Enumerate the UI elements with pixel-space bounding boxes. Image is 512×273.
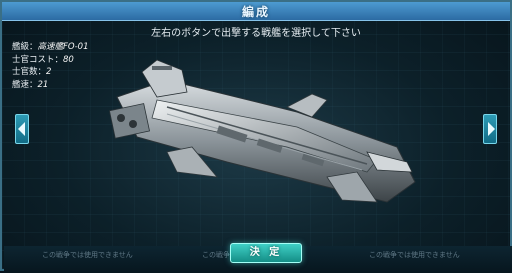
formation-dialog: 編成 左右のボタンで出撃する戦艦を選択して下さい 艦級：高速艦FO-01 士官コ… bbox=[0, 0, 512, 273]
instruction-text: 左右のボタンで出撃する戦艦を選択して下さい bbox=[151, 28, 361, 39]
officer-count-value: 2 bbox=[46, 67, 52, 77]
ship-class-value: 高速艦FO-01 bbox=[37, 42, 89, 52]
ship-class-label: 艦級： bbox=[12, 42, 38, 52]
prev-ship-button[interactable] bbox=[15, 114, 29, 144]
slot-right-status: この戦争では使用できません bbox=[369, 251, 460, 259]
speed-label: 艦速： bbox=[12, 79, 38, 90]
officer-cost-value: 80 bbox=[63, 54, 74, 65]
speed-value: 21 bbox=[37, 79, 49, 90]
slot-left-status: この戦争では使用できません bbox=[42, 251, 133, 259]
battleship-image bbox=[108, 59, 416, 203]
next-ship-button[interactable] bbox=[483, 114, 497, 144]
decide-button[interactable]: 決 定 bbox=[230, 243, 302, 263]
window-title: 編成 bbox=[241, 5, 270, 19]
right-arrow-icon bbox=[488, 122, 495, 136]
title-bar: 編成 bbox=[2, 2, 510, 21]
officer-count-label: 士官数： bbox=[12, 67, 47, 77]
left-arrow-icon bbox=[18, 122, 25, 136]
officer-cost-label: 士官コスト： bbox=[12, 54, 64, 65]
